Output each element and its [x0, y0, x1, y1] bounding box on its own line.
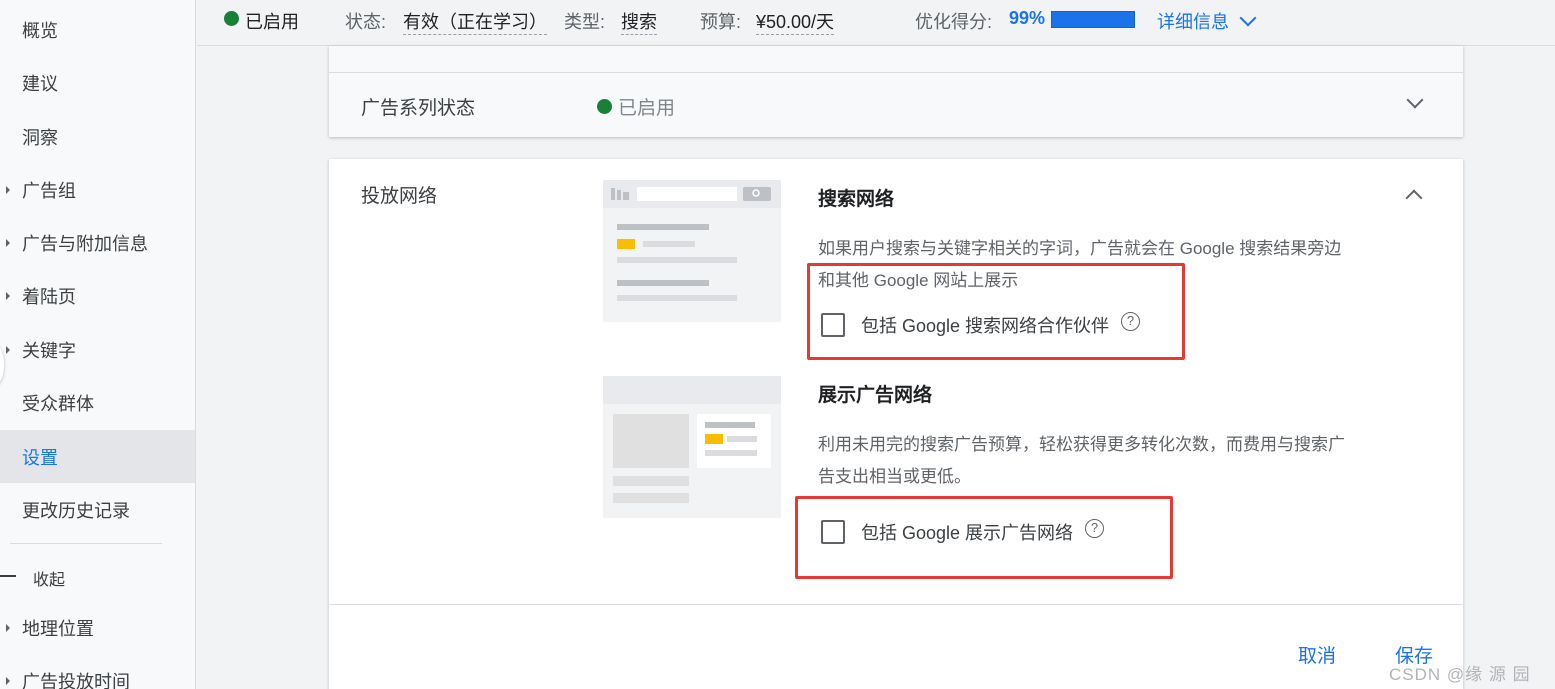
expand-chevron-down-icon[interactable]	[1406, 91, 1424, 109]
optimization-score-value: 99%	[1009, 8, 1046, 28]
campaign-status-label: 广告系列状态	[361, 98, 476, 119]
enabled-dot-icon	[597, 99, 612, 114]
include-display-network-checkbox[interactable]	[821, 520, 845, 544]
display-network-title: 展示广告网络	[818, 385, 933, 406]
sidebar-item-label: 关键字	[22, 340, 76, 361]
sidebar-item-locations[interactable]: 地理位置	[0, 601, 195, 654]
caret-right-icon	[6, 623, 10, 632]
sidebar-item-ads-extensions[interactable]: 广告与附加信息	[0, 216, 195, 269]
type-value[interactable]: 搜索	[621, 8, 657, 35]
collapse-chevron-up-icon[interactable]	[1405, 189, 1423, 207]
optimization-score-key: 优化得分:	[915, 12, 993, 32]
campaign-status-text: 已启用	[618, 98, 676, 119]
sidebar: 概览 建议 洞察 广告组 广告与附加信息 着陆页 关键字 受众群体 设置 更改历…	[0, 0, 196, 689]
sidebar-item-settings[interactable]: 设置	[0, 430, 195, 483]
display-network-illustration	[603, 376, 781, 518]
sidebar-item-label: 广告与附加信息	[22, 233, 148, 254]
networks-label: 投放网络	[361, 186, 438, 207]
sidebar-item-label: 着陆页	[22, 286, 76, 307]
include-display-network-option[interactable]: 包括 Google 展示广告网络 ?	[821, 518, 1105, 545]
include-search-partners-label: 包括 Google 搜索网络合作伙伴	[861, 316, 1110, 336]
sidebar-item-label: 更改历史记录	[22, 500, 130, 521]
status-key: 状态:	[345, 12, 387, 32]
caret-right-icon	[6, 291, 10, 300]
sidebar-item-ad-groups[interactable]: 广告组	[0, 163, 195, 216]
sidebar-item-change-history[interactable]: 更改历史记录	[0, 483, 195, 536]
sidebar-divider	[10, 543, 162, 544]
help-icon[interactable]: ?	[1085, 518, 1105, 538]
budget-key: 预算:	[700, 12, 742, 32]
minus-icon	[0, 575, 16, 577]
search-network-illustration	[603, 180, 781, 322]
sidebar-item-label: 广告组	[22, 180, 76, 201]
status-value[interactable]: 有效（正在学习）	[403, 8, 547, 35]
sidebar-item-insights[interactable]: 洞察	[0, 110, 195, 163]
sidebar-collapse[interactable]: 收起	[0, 556, 195, 596]
display-network-description: 利用未用完的搜索广告预算，轻松获得更多转化次数，而费用与搜索广告支出相当或更低。	[818, 435, 1345, 486]
sidebar-item-label: 建议	[22, 73, 58, 94]
caret-right-icon	[6, 185, 10, 194]
sidebar-item-label: 地理位置	[22, 618, 94, 639]
sidebar-item-label: 洞察	[22, 127, 58, 148]
chevron-down-icon[interactable]	[1239, 9, 1257, 27]
caret-right-icon	[6, 238, 10, 247]
help-icon[interactable]: ?	[1121, 311, 1141, 331]
cancel-button[interactable]: 取消	[1298, 641, 1336, 668]
sidebar-item-landing-pages[interactable]: 着陆页	[0, 269, 195, 322]
sidebar-item-ad-schedule[interactable]: 广告投放时间	[0, 654, 195, 689]
sidebar-item-keywords[interactable]: 关键字	[0, 323, 195, 376]
include-search-partners-option[interactable]: 包括 Google 搜索网络合作伙伴 ?	[821, 311, 1141, 338]
search-network-description: 如果用户搜索与关键字相关的字词，广告就会在 Google 搜索结果旁边和其他 G…	[818, 239, 1342, 290]
sidebar-item-label: 受众群体	[22, 393, 94, 414]
campaign-status-card: 广告系列状态 已启用	[329, 46, 1463, 137]
type-key: 类型:	[564, 12, 606, 32]
watermark: CSDN @缘 源 园	[1389, 665, 1531, 684]
collapse-label: 收起	[33, 572, 66, 589]
sidebar-item-label: 广告投放时间	[22, 671, 130, 689]
sidebar-item-audiences[interactable]: 受众群体	[0, 376, 195, 429]
caret-right-icon	[6, 345, 10, 354]
campaign-status-bar: 已启用 状态: 有效（正在学习） 类型: 搜索 预算: ¥50.00/天 优化得…	[197, 0, 1555, 46]
caret-right-icon	[6, 676, 10, 685]
enabled-label: 已启用	[245, 12, 299, 32]
details-link[interactable]: 详细信息	[1157, 8, 1229, 34]
card-divider	[329, 604, 1463, 605]
sidebar-item-label: 设置	[22, 447, 58, 468]
sidebar-item-recommendations[interactable]: 建议	[0, 56, 195, 109]
sidebar-item-overview[interactable]: 概览	[0, 3, 195, 56]
budget-value[interactable]: ¥50.00/天	[756, 8, 835, 35]
search-network-title: 搜索网络	[818, 189, 895, 210]
campaign-status-value: 已启用	[597, 93, 675, 120]
enabled-status-dot	[224, 10, 239, 31]
include-display-network-label: 包括 Google 展示广告网络	[861, 523, 1074, 543]
card-divider	[329, 72, 1463, 73]
optimization-score-bar	[1051, 11, 1135, 28]
networks-card: 投放网络 搜索网络 如果用户搜索与关键字相关的字词，广告就会在 Google 搜…	[329, 159, 1463, 689]
include-search-partners-checkbox[interactable]	[821, 313, 845, 337]
sidebar-item-label: 概览	[22, 20, 58, 41]
